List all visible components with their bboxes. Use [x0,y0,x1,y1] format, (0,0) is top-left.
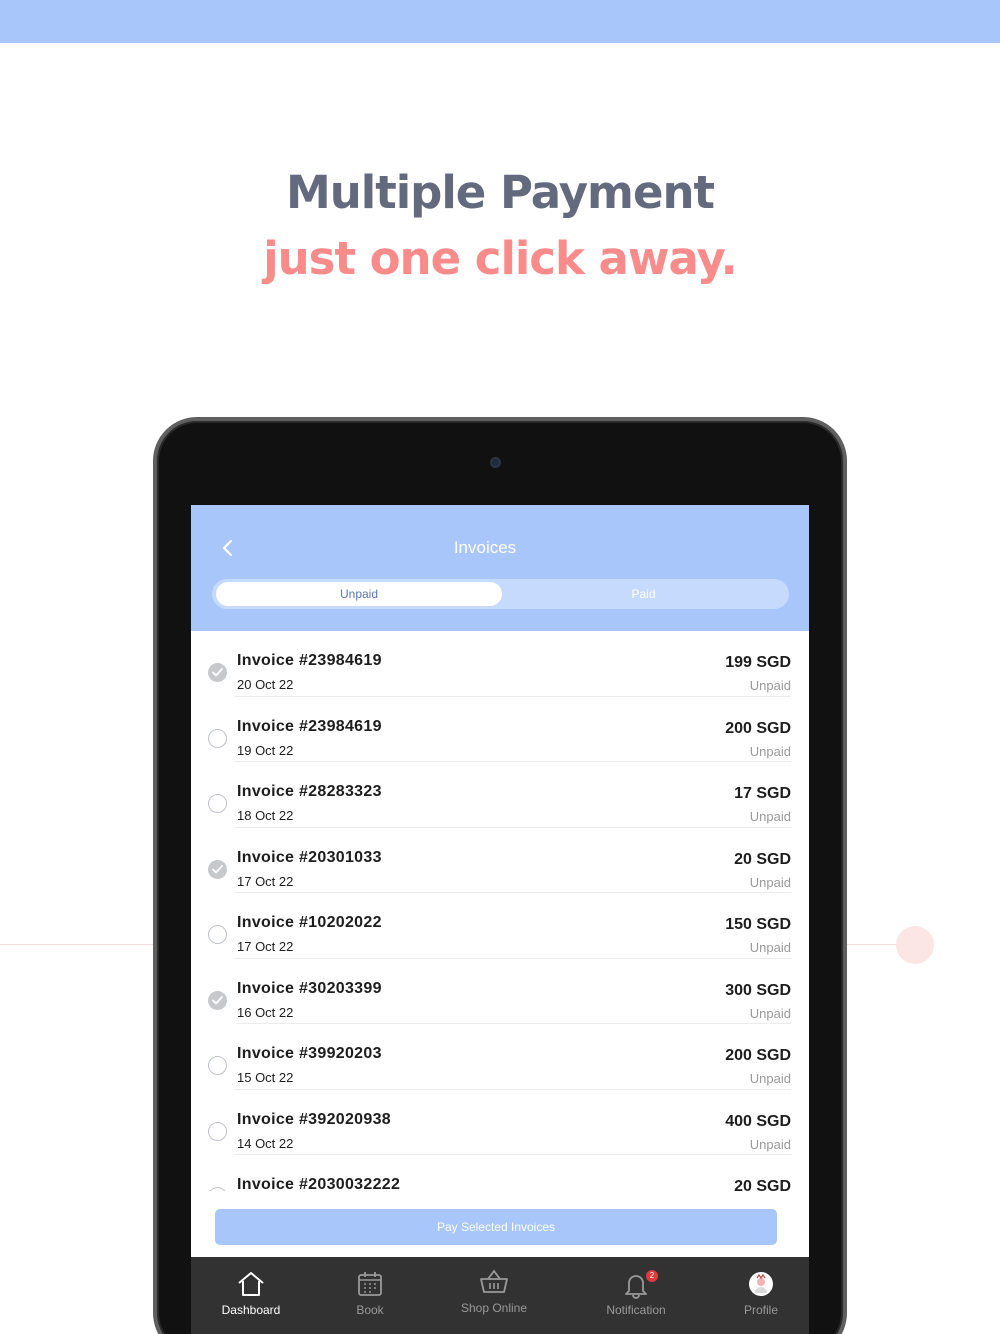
avatar-icon [749,1272,773,1296]
invoice-status: Unpaid [749,743,791,759]
invoice-date: 17 Oct 22 [237,939,294,954]
decorative-line-left [0,944,155,945]
invoice-amount: 17 SGD [734,785,791,802]
invoice-row[interactable]: Invoice #23984619 20 Oct 22 199 SGD Unpaid [191,631,809,697]
invoice-row[interactable]: Invoice #20301033 17 Oct 22 20 SGD Unpaid [191,828,809,893]
invoice-date: 19 Oct 22 [237,742,294,758]
app-screen: Invoices Unpaid Paid Invoice #23984619 20… [191,505,809,1334]
tablet-camera [490,457,501,468]
invoice-status: Unpaid [749,874,791,890]
basket-icon [480,1269,508,1293]
invoice-amount: 200 SGD [725,1047,791,1064]
top-banner-bar [0,0,1000,43]
checkbox-unchecked[interactable] [208,728,227,748]
invoice-date: 14 Oct 22 [237,1135,294,1151]
invoice-number: Invoice #10202022 [237,914,382,931]
nav-item-book[interactable]: Book [310,1257,430,1334]
tab-paid[interactable]: Paid [502,582,785,606]
invoice-row[interactable]: Invoice #23984619 19 Oct 22 200 SGD Unpaid [191,697,809,762]
invoice-status: Unpaid [749,678,791,693]
invoice-amount: 20 SGD [734,1178,791,1191]
invoice-status: Unpaid [749,1005,791,1021]
nav-item-notification[interactable]: 2 Notification [576,1257,696,1334]
page-title: Invoices [453,538,517,557]
headline-primary: Multiple Payment [285,166,715,219]
nav-item-profile[interactable]: Profile [701,1257,809,1334]
invoice-number: Invoice #20301033 [237,848,382,866]
checkbox-unchecked[interactable] [208,1121,227,1141]
invoice-row[interactable]: Invoice #30203399 16 Oct 22 300 SGD Unpaid [191,959,809,1024]
check-icon [212,668,223,677]
pay-selected-button[interactable]: Pay Selected Invoices [215,1209,777,1245]
invoice-status: Unpaid [749,809,791,824]
invoice-number: Invoice #28283323 [237,783,382,800]
invoice-status: Unpaid [749,1136,791,1152]
checkbox-unchecked[interactable] [208,925,227,944]
nav-label: Profile [743,1303,778,1317]
checkbox-unchecked[interactable] [208,1056,227,1075]
checkbox-unchecked[interactable] [208,1187,227,1191]
invoice-row[interactable]: Invoice #28283323 18 Oct 22 17 SGD Unpaid [191,762,809,828]
notification-count-badge: 2 [646,1270,658,1282]
invoice-row[interactable]: Invoice #39920203 15 Oct 22 200 SGD Unpaid [191,1024,809,1090]
invoice-amount: 200 SGD [725,719,791,737]
invoice-row[interactable]: Invoice #392020938 14 Oct 22 400 SGD Unpaid [191,1090,809,1155]
invoice-number: Invoice #39920203 [237,1045,382,1062]
nav-label: Shop Online [460,1301,528,1315]
headline-secondary: just one click away. [263,232,738,285]
invoice-number: Invoice #23984619 [237,717,382,735]
invoice-amount: 20 SGD [734,850,791,868]
invoice-amount: 400 SGD [725,1112,791,1130]
checkbox-checked[interactable] [208,859,227,879]
invoice-row[interactable]: Invoice #2030032222 20 SGD [191,1155,809,1191]
checkbox-checked[interactable] [208,663,227,682]
invoice-number: Invoice #392020938 [237,1110,391,1128]
checkbox-checked[interactable] [208,990,227,1010]
invoice-date: 20 Oct 22 [237,677,294,692]
tab-unpaid[interactable]: Unpaid [216,582,502,606]
nav-label: Notification [606,1303,666,1317]
invoice-status: Unpaid [749,1071,791,1086]
decorative-dot [896,926,934,964]
invoice-amount: 199 SGD [725,654,791,671]
invoice-date: 16 Oct 22 [237,1004,294,1020]
home-icon [238,1272,264,1296]
nav-item-shop-online[interactable]: Shop Online [434,1257,554,1334]
nav-label: Book [356,1303,384,1317]
check-icon [212,995,223,1004]
invoice-number: Invoice #30203399 [237,979,382,997]
invoice-amount: 300 SGD [725,981,791,999]
app-header: Invoices Unpaid Paid [191,505,809,631]
bottom-nav: Dashboard Book Shop Online 2 Notificatio… [191,1257,809,1334]
invoice-date: 15 Oct 22 [237,1070,294,1085]
invoice-number: Invoice #23984619 [237,652,382,669]
invoice-status: Unpaid [749,940,791,955]
invoice-row[interactable]: Invoice #10202022 17 Oct 22 150 SGD Unpaid [191,893,809,959]
invoice-status-tabs: Unpaid Paid [212,579,789,609]
checkbox-unchecked[interactable] [208,794,227,813]
nav-label: Dashboard [221,1303,281,1317]
invoice-number: Invoice #2030032222 [237,1176,401,1191]
invoice-list: Invoice #23984619 20 Oct 22 199 SGD Unpaid I… [191,631,809,1191]
check-icon [212,864,223,873]
nav-item-dashboard[interactable]: Dashboard [191,1257,311,1334]
invoice-amount: 150 SGD [725,916,791,933]
calendar-icon [358,1272,382,1296]
invoice-date: 18 Oct 22 [237,808,294,823]
invoice-date: 17 Oct 22 [237,873,294,889]
